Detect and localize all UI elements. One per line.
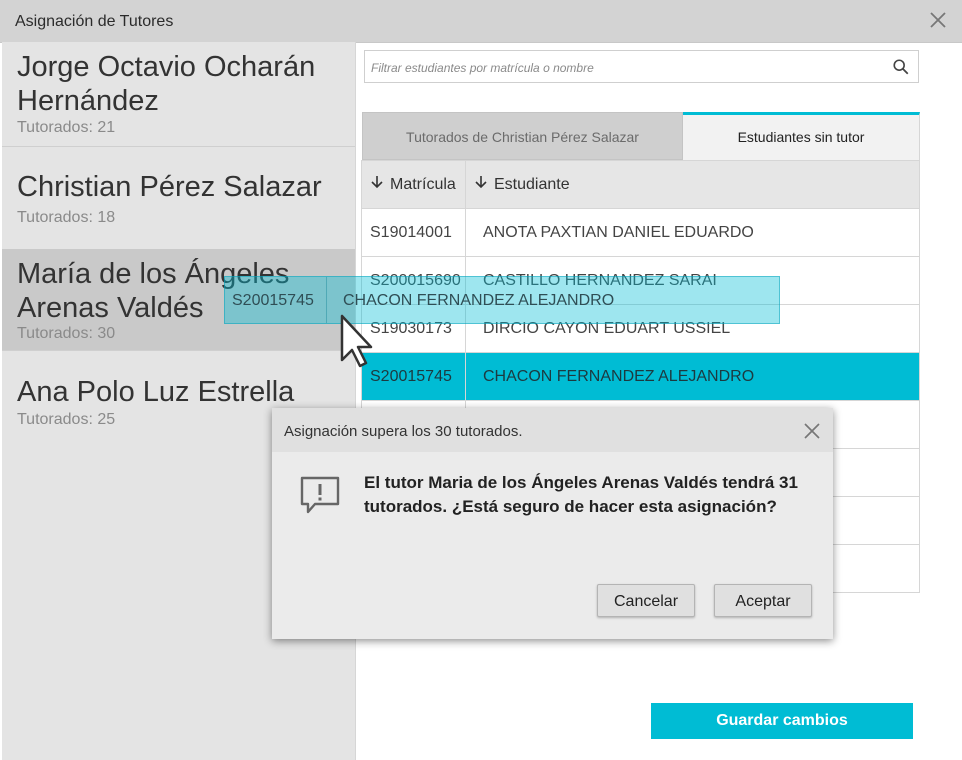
cancel-button[interactable]: Cancelar [597, 584, 695, 617]
column-header-matricula[interactable]: Matrícula [370, 161, 456, 208]
title-bar: Asignación de Tutores [0, 0, 962, 43]
tutor-count: Tutorados: 30 [17, 325, 116, 342]
table-row[interactable]: S19014001 ANOTA PAXTIAN DANIEL EDUARDO [361, 209, 920, 257]
window-title: Asignación de Tutores [15, 13, 174, 30]
cell-estudiante: ANOTA PAXTIAN DANIEL EDUARDO [483, 224, 754, 241]
save-changes-button[interactable]: Guardar cambios [651, 703, 913, 739]
confirm-dialog: Asignación supera los 30 tutorados. El t… [272, 408, 833, 639]
cell-matricula: S20015745 [370, 368, 452, 385]
tutor-list: Jorge Octavio Ocharán Hernández Tutorado… [2, 42, 356, 760]
cell-estudiante: CHACON FERNANDEZ ALEJANDRO [483, 368, 755, 385]
column-label: Estudiante [494, 176, 570, 193]
tab-sin-tutor[interactable]: Estudiantes sin tutor [683, 112, 920, 160]
column-header-estudiante[interactable]: Estudiante [474, 161, 570, 208]
tutor-count: Tutorados: 25 [17, 411, 116, 428]
alert-message-icon [300, 476, 340, 514]
drag-matricula: S20015745 [232, 292, 314, 309]
tutor-name-cont: Hernández [17, 85, 159, 117]
column-divider [465, 353, 466, 400]
close-icon[interactable] [801, 420, 823, 442]
tutor-item[interactable]: Christian Pérez Salazar Tutorados: 18 [2, 146, 355, 250]
accept-button[interactable]: Aceptar [714, 584, 812, 617]
search-box [364, 50, 919, 83]
tab-bar: Tutorados de Christian Pérez Salazar Est… [362, 112, 920, 160]
assignment-window: Asignación de Tutores Jorge Octavio Ocha… [0, 0, 962, 760]
tutor-name: Jorge Octavio Ocharán [17, 51, 316, 83]
dialog-title: Asignación supera los 30 tutorados. [284, 423, 523, 440]
dialog-message: El tutor Maria de los Ángeles Arenas Val… [364, 473, 798, 516]
column-divider [326, 277, 327, 323]
table-header: Matrícula Estudiante [361, 160, 920, 209]
table-row-selected[interactable]: S20015745 CHACON FERNANDEZ ALEJANDRO [361, 353, 920, 401]
close-icon[interactable] [926, 8, 950, 32]
tutor-name: Christian Pérez Salazar [17, 171, 322, 203]
search-icon[interactable] [892, 58, 910, 76]
tutor-count: Tutorados: 21 [17, 119, 116, 136]
drag-estudiante: CHACON FERNANDEZ ALEJANDRO [343, 292, 615, 309]
search-input[interactable] [369, 57, 883, 79]
dialog-title-bar: Asignación supera los 30 tutorados. [272, 408, 833, 452]
tutor-name-cont: Arenas Valdés [17, 292, 204, 324]
column-divider [465, 161, 466, 208]
column-label: Matrícula [390, 176, 456, 193]
tutor-name: Ana Polo Luz Estrella [17, 376, 295, 408]
tutor-count: Tutorados: 18 [17, 209, 116, 226]
column-divider [465, 209, 466, 256]
drag-ghost-row: S20015745 CHACON FERNANDEZ ALEJANDRO [224, 276, 780, 324]
sort-down-icon [475, 176, 487, 189]
sort-down-icon [371, 176, 383, 189]
tutor-item[interactable]: Jorge Octavio Ocharán Hernández Tutorado… [2, 42, 355, 147]
cell-matricula: S19014001 [370, 224, 452, 241]
mouse-pointer-icon [340, 314, 373, 368]
tab-tutorados[interactable]: Tutorados de Christian Pérez Salazar [362, 112, 683, 160]
